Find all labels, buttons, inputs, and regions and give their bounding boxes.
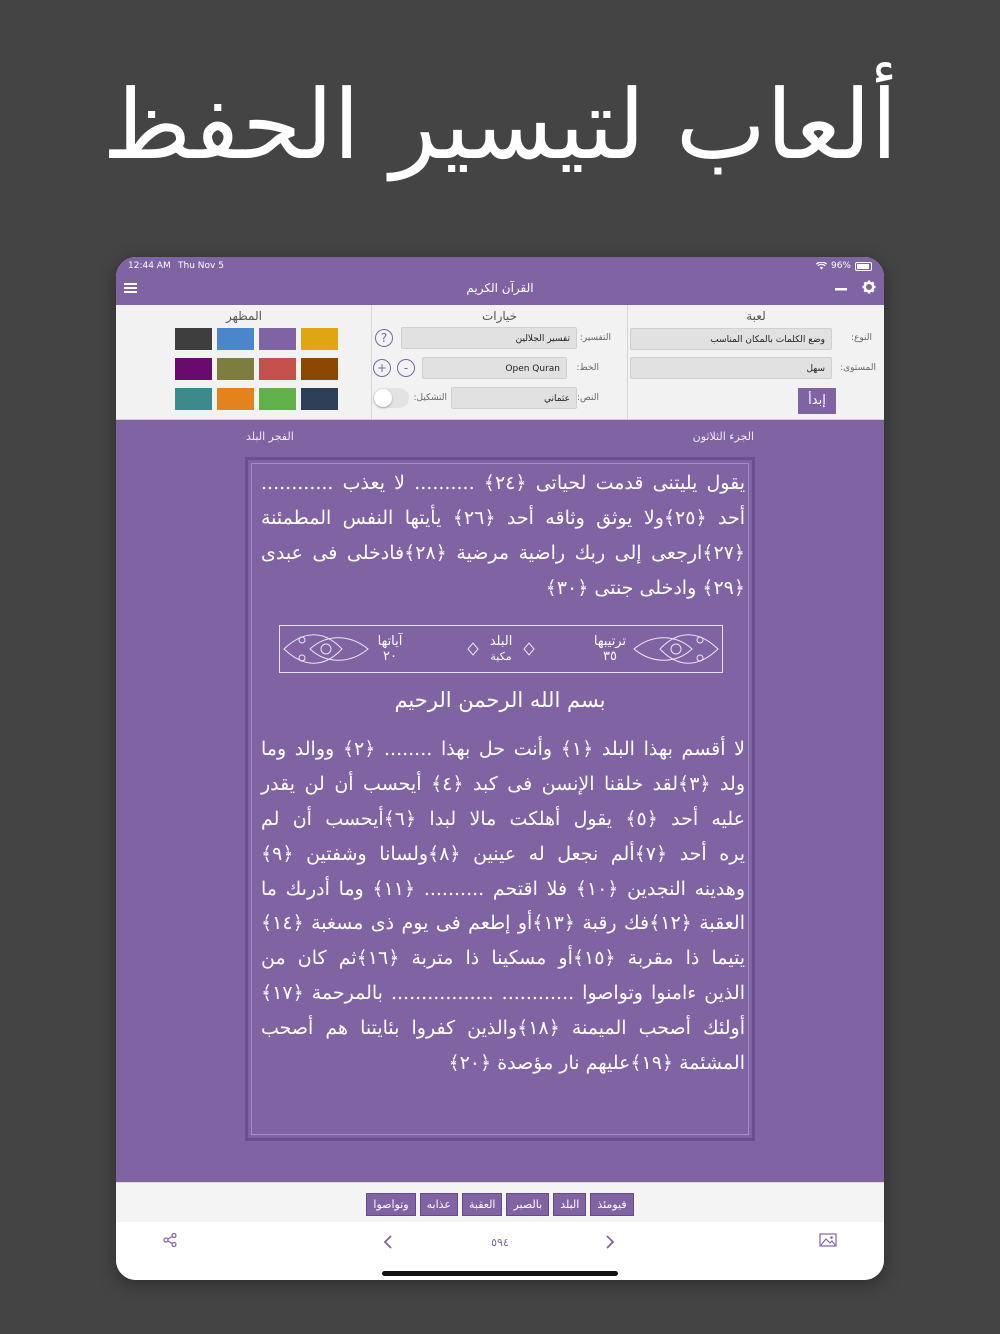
tafsir-label: التفسير:: [579, 333, 611, 343]
verse-line: يقول يليتنى قدمت لحياتى ﴿٢٤﴾ .......... …: [261, 472, 745, 494]
font-label: الخط:: [576, 363, 599, 373]
color-swatch[interactable]: [259, 388, 296, 410]
font-increase-button[interactable]: +: [373, 359, 391, 377]
verse-line: يره أحد ﴿٧﴾ألم نجعل له عينين ﴿٨﴾ولسانا و…: [261, 843, 745, 865]
surah-ayat-value: ٢٠: [383, 649, 397, 664]
battery-percent: 96%: [830, 261, 851, 271]
basmala: بسم الله الرحمن الرحيم: [394, 688, 606, 712]
status-time: 12:44 AM: [128, 261, 171, 271]
wifi-icon: [815, 262, 827, 270]
help-icon[interactable]: ?: [375, 329, 393, 347]
settings-panel: لعبة النوع: وضع الكلمات بالمكان المناسب …: [116, 305, 884, 420]
surah-ayat: آياتها ٢٠: [360, 634, 420, 664]
color-swatch[interactable]: [259, 358, 296, 380]
surah-order-label: ترتيبها: [593, 634, 627, 649]
promo-headline: ألعاب لتيسير الحفظ: [102, 69, 898, 181]
verse-line: عليه أحد ﴿٥﴾ يقول أهلكت مالا لبدا ﴿٦﴾أيح…: [261, 808, 745, 830]
game-type-label: النوع:: [850, 333, 872, 343]
surah-order: ترتيبها ٣٥: [580, 634, 640, 664]
text-label: النص:: [576, 393, 599, 403]
gear-icon[interactable]: [862, 279, 876, 298]
verse-line: ﴿٢٩﴾ وادخلى جنتى ﴿٣٠﴾: [545, 577, 745, 599]
mushaf-page-area: الجزء الثلاثون الفجر البلد يقول يليتنى ق…: [116, 420, 884, 1182]
surah-header-box: ترتيبها ٣٥ البلد مكية آياتها ٢٠: [279, 625, 723, 673]
verse-line: لا أقسم بهذا البلد ﴿١﴾ وأنت حل بهذا ....…: [261, 738, 746, 760]
game-section: لعبة النوع: وضع الكلمات بالمكان المناسب …: [628, 305, 884, 419]
options-section: خيارات التفسير: تفسير الجلالين ? الخط: O…: [371, 305, 628, 419]
game-section-title: لعبة: [746, 309, 766, 323]
page-number: ٥٩٤: [491, 1236, 509, 1249]
navigation-bar: القرآن الكريم: [116, 275, 884, 305]
chevron-right-icon[interactable]: [604, 1234, 616, 1254]
color-swatch[interactable]: [175, 358, 212, 380]
appearance-section-title: المظهر: [226, 309, 262, 323]
verse-line: أحد ﴿٢٥﴾ولا يوثق وثاقه أحد ﴿٢٦﴾ يأيتها ا…: [261, 507, 745, 529]
battery-icon: [855, 261, 872, 271]
verse-line: وهدينه النجدين ﴿١٠﴾ فلا اقتحم ..........…: [261, 878, 745, 900]
color-swatch[interactable]: [217, 358, 254, 380]
word-chip[interactable]: العقبة: [461, 1193, 503, 1216]
status-right: 96%: [815, 261, 872, 271]
surah-place: مكية: [490, 650, 512, 663]
word-chips-bar: فيومئذ البلد بالصبر العقبة عذابه وتواصوا: [116, 1182, 884, 1223]
color-swatch[interactable]: [301, 358, 338, 380]
verse-line: أولئك أصحب الميمنة ﴿١٨﴾والذين كفروا بئاي…: [261, 1017, 745, 1039]
verse-line: يتيما ذا مقربة ﴿١٥﴾أو مسكينا ذا متربة ﴿١…: [261, 947, 745, 969]
verse-line: ولد ﴿٣﴾لقد خلقنا الإنسن فى كبد ﴿٤﴾ أيحسب…: [261, 773, 745, 795]
juz-label: الجزء الثلاثون: [692, 430, 754, 443]
color-swatch[interactable]: [301, 388, 338, 410]
color-swatch[interactable]: [175, 328, 212, 350]
status-bar: 12:44 AM Thu Nov 5 96%: [116, 257, 884, 275]
word-chip[interactable]: بالصبر: [506, 1193, 550, 1216]
ipad-screen: 12:44 AM Thu Nov 5 96% القرآن الكريم لعب…: [116, 257, 884, 1280]
game-level-select[interactable]: سهل: [630, 357, 832, 379]
font-decrease-button[interactable]: -: [397, 359, 415, 377]
color-swatch[interactable]: [217, 388, 254, 410]
nav-title: القرآن الكريم: [466, 281, 534, 295]
word-chip[interactable]: وتواصوا: [366, 1193, 416, 1216]
verse-line: العقبة ﴿١٢﴾فك رقبة ﴿١٣﴾أو إطعم فى يوم ذى…: [261, 912, 745, 934]
word-chip[interactable]: فيومئذ: [590, 1193, 634, 1216]
minimize-icon[interactable]: [835, 280, 847, 299]
home-indicator[interactable]: [382, 1271, 618, 1276]
start-game-button[interactable]: إبدأ: [798, 388, 836, 414]
surah-name-block: البلد مكية: [471, 634, 531, 664]
appearance-section: المظهر: [116, 305, 372, 419]
color-swatch[interactable]: [301, 328, 338, 350]
surah-names-label: الفجر البلد: [246, 430, 294, 443]
word-chip[interactable]: البلد: [553, 1193, 587, 1216]
color-swatch[interactable]: [259, 328, 296, 350]
tashkeel-toggle[interactable]: [373, 388, 409, 408]
surah-name: البلد: [489, 634, 513, 649]
word-chips: فيومئذ البلد بالصبر العقبة عذابه وتواصوا: [116, 1193, 884, 1216]
surah-order-value: ٣٥: [603, 649, 617, 664]
tashkeel-label: التشكيل:: [413, 393, 447, 403]
text-type-select[interactable]: عثماني: [451, 387, 577, 409]
game-type-select[interactable]: وضع الكلمات بالمكان المناسب: [630, 328, 832, 350]
options-section-title: خيارات: [481, 309, 518, 323]
toggle-knob: [374, 389, 392, 407]
verse-line: المشئمة ﴿١٩﴾عليهم نار مؤصدة ﴿٢٠﴾: [448, 1052, 745, 1074]
color-swatch[interactable]: [175, 388, 212, 410]
verse-line: الذين ءامنوا وتواصوا ............ ......…: [261, 982, 745, 1004]
status-date: Thu Nov 5: [178, 261, 224, 271]
font-select[interactable]: Open Quran: [422, 357, 567, 379]
surah-ayat-label: آياتها: [377, 634, 403, 649]
image-icon[interactable]: [819, 1232, 837, 1252]
word-chip[interactable]: عذابه: [419, 1193, 458, 1216]
tafsir-select[interactable]: تفسير الجلالين: [401, 327, 577, 349]
color-swatch[interactable]: [217, 328, 254, 350]
game-level-label: المستوى:: [840, 363, 876, 373]
quran-page-frame: يقول يليتنى قدمت لحياتى ﴿٢٤﴾ .......... …: [245, 457, 755, 1141]
bottom-toolbar: ٥٩٤: [116, 1222, 884, 1280]
verse-line: ﴿٢٧﴾ارجعى إلى ربك راضية مرضية ﴿٢٨﴾فادخلى…: [261, 542, 745, 564]
